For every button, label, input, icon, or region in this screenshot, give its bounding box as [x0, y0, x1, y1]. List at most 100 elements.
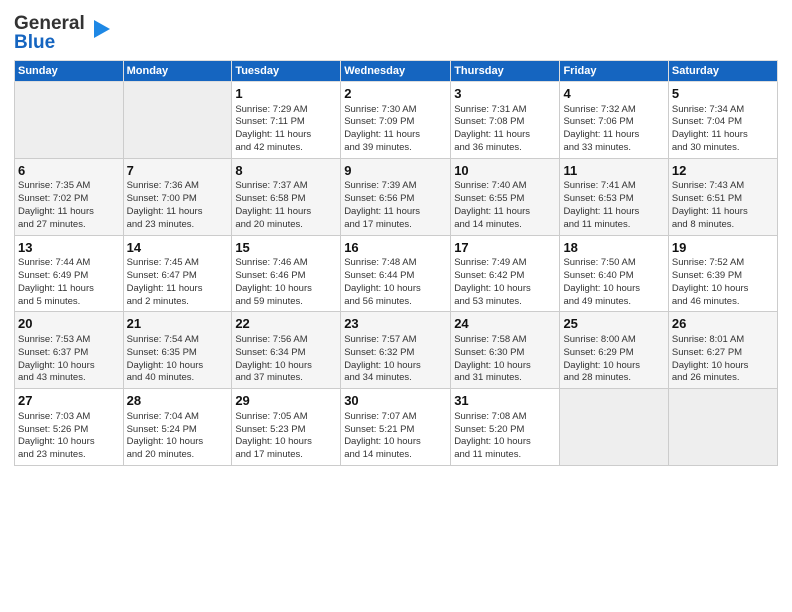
- day-info: and 37 minutes.: [235, 372, 337, 385]
- day-number: 16: [344, 239, 447, 257]
- day-info: Sunset: 7:09 PM: [344, 116, 447, 129]
- day-info: Sunrise: 7:48 AM: [344, 257, 447, 270]
- day-info: Daylight: 11 hours: [563, 129, 664, 142]
- col-header-thursday: Thursday: [451, 61, 560, 82]
- day-number: 11: [563, 162, 664, 180]
- empty-cell: [560, 389, 668, 466]
- day-number: 20: [18, 315, 120, 333]
- day-info: Sunset: 6:27 PM: [672, 347, 774, 360]
- day-info: Sunset: 6:47 PM: [127, 270, 229, 283]
- day-number: 7: [127, 162, 229, 180]
- day-number: 15: [235, 239, 337, 257]
- day-number: 28: [127, 392, 229, 410]
- day-info: and 23 minutes.: [127, 219, 229, 232]
- logo-icon: [88, 15, 116, 48]
- day-info: Sunrise: 7:31 AM: [454, 104, 556, 117]
- day-info: and 23 minutes.: [18, 449, 120, 462]
- day-cell-30: 30Sunrise: 7:07 AMSunset: 5:21 PMDayligh…: [341, 389, 451, 466]
- empty-cell: [15, 82, 124, 159]
- week-row-2: 6Sunrise: 7:35 AMSunset: 7:02 PMDaylight…: [15, 158, 778, 235]
- day-info: Sunset: 6:37 PM: [18, 347, 120, 360]
- day-info: and 30 minutes.: [672, 142, 774, 155]
- day-number: 22: [235, 315, 337, 333]
- day-info: and 27 minutes.: [18, 219, 120, 232]
- day-info: Sunset: 6:34 PM: [235, 347, 337, 360]
- day-info: and 20 minutes.: [235, 219, 337, 232]
- day-cell-2: 2Sunrise: 7:30 AMSunset: 7:09 PMDaylight…: [341, 82, 451, 159]
- logo: General Blue: [14, 14, 116, 52]
- day-info: Sunrise: 7:49 AM: [454, 257, 556, 270]
- day-cell-15: 15Sunrise: 7:46 AMSunset: 6:46 PMDayligh…: [232, 235, 341, 312]
- day-number: 13: [18, 239, 120, 257]
- day-number: 6: [18, 162, 120, 180]
- calendar-body: 1Sunrise: 7:29 AMSunset: 7:11 PMDaylight…: [15, 82, 778, 466]
- day-cell-19: 19Sunrise: 7:52 AMSunset: 6:39 PMDayligh…: [668, 235, 777, 312]
- day-info: Daylight: 10 hours: [127, 436, 229, 449]
- day-info: Sunrise: 7:46 AM: [235, 257, 337, 270]
- day-info: Sunset: 7:04 PM: [672, 116, 774, 129]
- day-number: 2: [344, 85, 447, 103]
- day-number: 26: [672, 315, 774, 333]
- day-cell-12: 12Sunrise: 7:43 AMSunset: 6:51 PMDayligh…: [668, 158, 777, 235]
- day-info: and 36 minutes.: [454, 142, 556, 155]
- day-info: Sunrise: 7:57 AM: [344, 334, 447, 347]
- day-info: and 11 minutes.: [454, 449, 556, 462]
- day-info: Sunset: 6:51 PM: [672, 193, 774, 206]
- day-info: and 42 minutes.: [235, 142, 337, 155]
- day-number: 12: [672, 162, 774, 180]
- day-cell-23: 23Sunrise: 7:57 AMSunset: 6:32 PMDayligh…: [341, 312, 451, 389]
- day-info: Sunrise: 7:40 AM: [454, 180, 556, 193]
- day-info: Daylight: 11 hours: [344, 206, 447, 219]
- day-cell-25: 25Sunrise: 8:00 AMSunset: 6:29 PMDayligh…: [560, 312, 668, 389]
- col-header-friday: Friday: [560, 61, 668, 82]
- day-info: Sunrise: 7:36 AM: [127, 180, 229, 193]
- col-header-monday: Monday: [123, 61, 232, 82]
- day-info: Sunset: 6:29 PM: [563, 347, 664, 360]
- day-info: Daylight: 11 hours: [18, 206, 120, 219]
- day-cell-28: 28Sunrise: 7:04 AMSunset: 5:24 PMDayligh…: [123, 389, 232, 466]
- day-info: and 2 minutes.: [127, 296, 229, 309]
- day-info: Sunrise: 7:04 AM: [127, 411, 229, 424]
- day-info: and 31 minutes.: [454, 372, 556, 385]
- day-info: Sunset: 6:40 PM: [563, 270, 664, 283]
- day-info: Sunrise: 7:58 AM: [454, 334, 556, 347]
- day-info: Sunrise: 8:01 AM: [672, 334, 774, 347]
- day-number: 19: [672, 239, 774, 257]
- day-info: Daylight: 10 hours: [235, 360, 337, 373]
- day-info: Daylight: 10 hours: [18, 436, 120, 449]
- day-number: 18: [563, 239, 664, 257]
- day-number: 10: [454, 162, 556, 180]
- day-info: Daylight: 10 hours: [235, 283, 337, 296]
- day-cell-29: 29Sunrise: 7:05 AMSunset: 5:23 PMDayligh…: [232, 389, 341, 466]
- day-number: 30: [344, 392, 447, 410]
- day-info: and 8 minutes.: [672, 219, 774, 232]
- day-info: Daylight: 11 hours: [127, 283, 229, 296]
- day-info: Daylight: 10 hours: [18, 360, 120, 373]
- day-info: Sunrise: 7:56 AM: [235, 334, 337, 347]
- day-cell-17: 17Sunrise: 7:49 AMSunset: 6:42 PMDayligh…: [451, 235, 560, 312]
- day-info: Sunrise: 7:05 AM: [235, 411, 337, 424]
- day-info: Sunrise: 7:37 AM: [235, 180, 337, 193]
- day-info: and 28 minutes.: [563, 372, 664, 385]
- day-info: Sunset: 5:23 PM: [235, 424, 337, 437]
- day-info: Sunrise: 7:44 AM: [18, 257, 120, 270]
- page-container: General Blue SundayMondayTuesdayWednesda…: [0, 0, 792, 472]
- day-number: 8: [235, 162, 337, 180]
- day-info: and 33 minutes.: [563, 142, 664, 155]
- day-cell-7: 7Sunrise: 7:36 AMSunset: 7:00 PMDaylight…: [123, 158, 232, 235]
- day-info: and 59 minutes.: [235, 296, 337, 309]
- day-info: and 17 minutes.: [235, 449, 337, 462]
- day-number: 1: [235, 85, 337, 103]
- day-info: Sunrise: 7:03 AM: [18, 411, 120, 424]
- day-cell-13: 13Sunrise: 7:44 AMSunset: 6:49 PMDayligh…: [15, 235, 124, 312]
- day-cell-31: 31Sunrise: 7:08 AMSunset: 5:20 PMDayligh…: [451, 389, 560, 466]
- day-info: and 43 minutes.: [18, 372, 120, 385]
- day-info: Daylight: 11 hours: [18, 283, 120, 296]
- day-info: Daylight: 11 hours: [672, 206, 774, 219]
- day-info: Sunset: 6:53 PM: [563, 193, 664, 206]
- day-info: Daylight: 10 hours: [235, 436, 337, 449]
- day-cell-24: 24Sunrise: 7:58 AMSunset: 6:30 PMDayligh…: [451, 312, 560, 389]
- day-info: and 14 minutes.: [454, 219, 556, 232]
- day-info: Daylight: 10 hours: [454, 283, 556, 296]
- day-info: and 5 minutes.: [18, 296, 120, 309]
